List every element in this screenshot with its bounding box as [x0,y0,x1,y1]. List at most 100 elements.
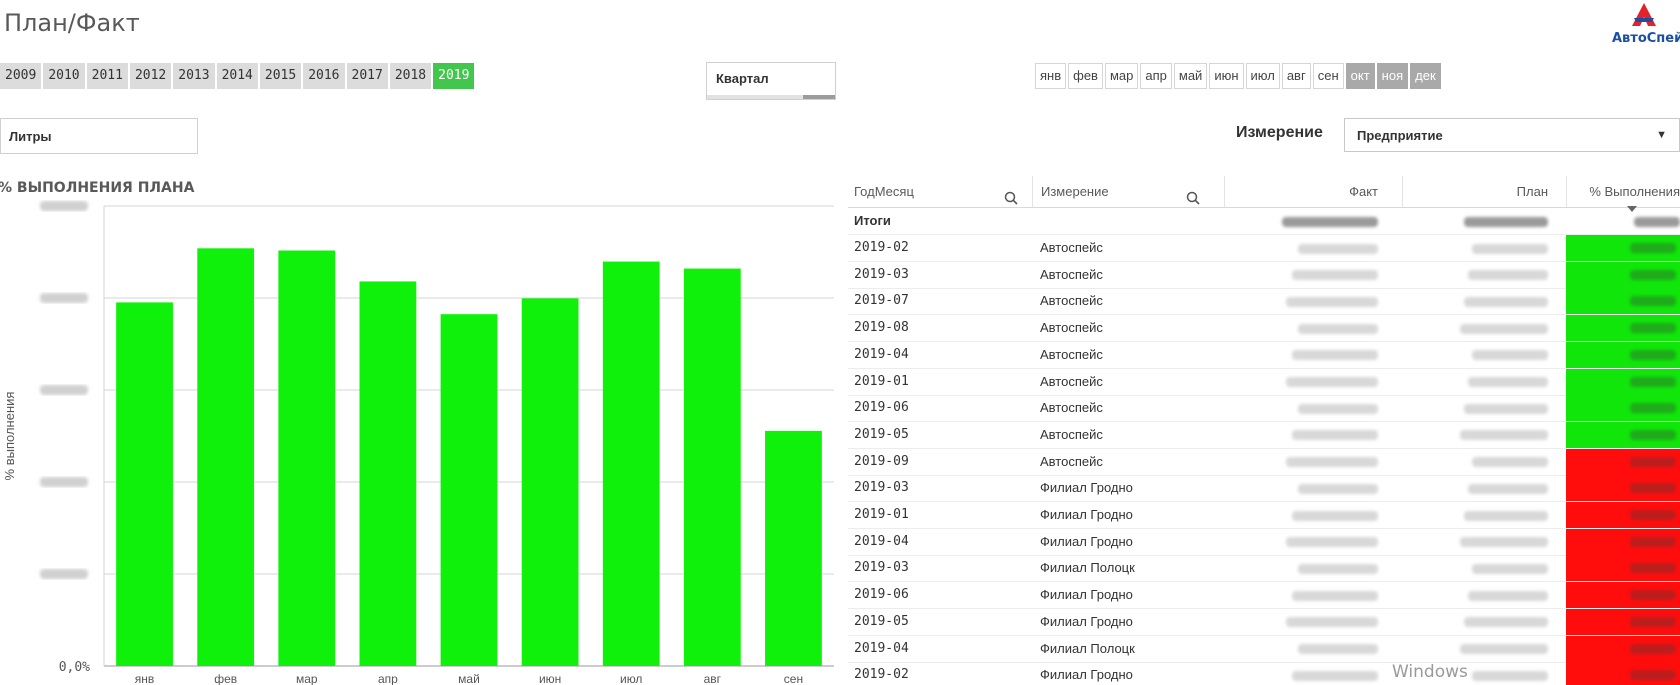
cell-fact-blurred [1224,235,1392,261]
cell-period: 2019-04 [854,640,909,656]
x-tick-label: апр [378,672,398,685]
cell-fact-blurred [1224,662,1392,685]
cell-completion-red [1566,635,1680,662]
table-row[interactable]: 2019-01 Филиал Гродно [848,502,1680,529]
cell-completion-green [1566,288,1680,315]
dimension-select-value: Предприятие [1357,128,1443,143]
company-logo: АвтоСпейс [1608,2,1680,46]
table-row[interactable]: 2019-02 Автоспейс [848,235,1680,262]
cell-dimension: Автоспейс [1040,453,1103,469]
table-row[interactable]: 2019-04 Филиал Полоцк [848,635,1680,663]
cell-plan-blurred [1402,502,1562,528]
month-3[interactable]: мар [1104,63,1139,89]
dimension-select[interactable]: Предприятие ▼ [1344,118,1680,152]
cell-completion-red [1566,475,1680,502]
cell-dimension: Филиал Гродно [1040,587,1133,603]
column-header-fact[interactable]: Факт [1224,176,1392,207]
cell-plan-blurred [1402,636,1562,662]
quarter-filter-scroll-thumb[interactable] [803,95,835,99]
cell-period: 2019-06 [854,587,909,603]
sort-desc-icon[interactable] [1627,206,1637,212]
year-2012[interactable]: 2012 [129,63,172,89]
year-2010[interactable]: 2010 [43,63,85,89]
month-5[interactable]: май [1173,63,1208,89]
search-icon[interactable] [1186,185,1200,207]
table-row[interactable]: 2019-03 Филиал Гродно [848,475,1680,503]
year-selector: 2009 2010 2011 2012 2013 2014 2015 2016 2017 2018… [0,63,476,89]
chevron-down-icon: ▼ [1656,129,1667,141]
cell-completion-green [1566,421,1680,448]
year-2009[interactable]: 2009 [0,63,42,89]
month-10[interactable]: окт [1345,63,1375,89]
month-4[interactable]: апр [1140,63,1172,89]
column-header-completion[interactable]: % Выполнения [1566,176,1680,207]
cell-plan-blurred [1402,449,1562,475]
y-tick-label-blurred [40,201,88,211]
cell-dimension: Филиал Гродно [1040,507,1133,522]
column-header-period[interactable]: ГодМесяц [854,176,1024,207]
cell-period: 2019-01 [854,507,909,522]
year-2014[interactable]: 2014 [216,63,258,89]
cell-dimension: Автоспейс [1040,266,1103,282]
table-row[interactable]: 2019-01 Автоспейс [848,368,1680,396]
year-2017[interactable]: 2017 [346,63,388,89]
bar-сен [765,430,822,666]
table-row[interactable]: 2019-06 Филиал Гродно [848,582,1680,610]
quarter-filter[interactable]: Квартал [706,62,836,100]
month-6[interactable]: июн [1209,63,1244,89]
month-7[interactable]: июл [1245,63,1280,89]
quarter-filter-scrollbar[interactable] [707,95,835,99]
unit-filter[interactable]: Литры [0,118,198,154]
table-row[interactable]: 2019-05 Филиал Гродно [848,608,1680,636]
table-row[interactable]: 2019-05 Автоспейс [848,421,1680,449]
chart-title: % ВЫПОЛНЕНИЯ ПЛАНА [0,180,195,196]
year-2016[interactable]: 2016 [303,63,345,89]
month-1[interactable]: янв [1035,63,1067,89]
column-header-label: ГодМесяц [854,184,914,199]
month-2[interactable]: фев [1068,63,1103,89]
cell-period: 2019-02 [854,240,909,255]
month-11[interactable]: ноя [1376,63,1409,89]
cell-dimension: Филиал Гродно [1040,667,1133,683]
year-2018[interactable]: 2018 [389,63,432,89]
x-tick-label: июн [539,672,561,685]
search-icon[interactable] [1004,185,1018,207]
table-row[interactable]: 2019-06 Автоспейс [848,395,1680,423]
cell-plan-blurred [1402,475,1562,501]
table-row[interactable]: 2019-09 Автоспейс [848,448,1680,476]
cell-dimension: Автоспейс [1040,373,1103,389]
column-header-dimension[interactable]: Измерение [1032,176,1202,207]
cell-completion-red [1566,582,1680,609]
column-header-plan[interactable]: План [1402,176,1562,207]
cell-fact-blurred [1224,315,1392,341]
year-2015[interactable]: 2015 [259,63,302,89]
month-8[interactable]: авг [1281,63,1311,89]
table-row[interactable]: 2019-02 Филиал Гродно [848,662,1680,685]
year-2013[interactable]: 2013 [173,63,215,89]
table-row[interactable]: 2019-04 Автоспейс [848,341,1680,369]
dimension-label: Измерение [1236,124,1323,141]
cell-fact-blurred [1224,342,1392,368]
cell-plan-blurred [1402,288,1562,314]
month-12[interactable]: дек [1410,63,1441,89]
cell-period: 2019-04 [854,346,909,362]
cell-period: 2019-07 [854,293,909,309]
column-header-label: План [1516,184,1548,199]
cell-fact-blurred [1224,502,1392,528]
year-2011[interactable]: 2011 [86,63,128,89]
table-row[interactable]: 2019-03 Автоспейс [848,261,1680,289]
x-tick-label: сен [784,672,803,685]
month-9[interactable]: сен [1312,63,1344,89]
cell-period: 2019-01 [854,373,909,389]
cell-fact-blurred [1224,636,1392,662]
year-2019[interactable]: 2019 [433,63,475,89]
table-row[interactable]: 2019-03 Филиал Полоцк [848,555,1680,583]
cell-completion-red [1566,662,1680,685]
table-row[interactable]: 2019-04 Филиал Гродно [848,528,1680,556]
table-row[interactable]: 2019-08 Автоспейс [848,315,1680,343]
os-activation-watermark: Windows [1392,662,1468,682]
table-row[interactable]: 2019-07 Автоспейс [848,288,1680,316]
y-tick-label-blurred [40,569,88,579]
cell-period: 2019-03 [854,560,909,576]
cell-fact-blurred [1224,555,1392,581]
